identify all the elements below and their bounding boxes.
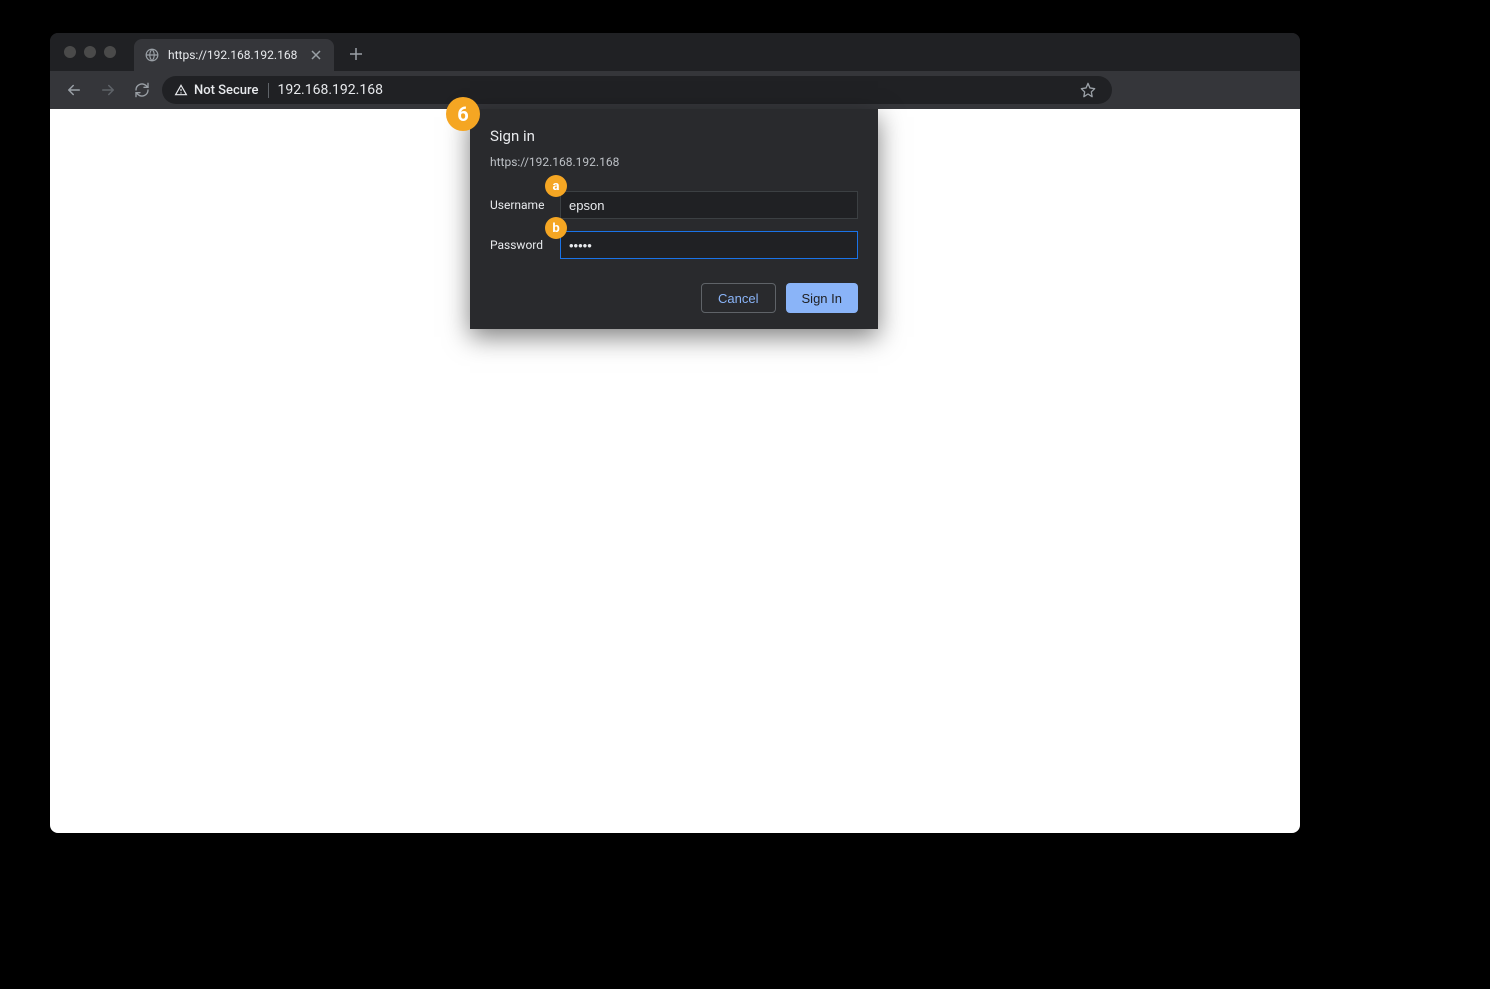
window-maximize-icon[interactable] (104, 46, 116, 58)
page-content: 6 Sign in https://192.168.192.168 a User… (50, 109, 1300, 833)
reload-button[interactable] (128, 76, 156, 104)
dialog-title: Sign in (490, 127, 858, 145)
annotation-a-text: a (553, 179, 560, 194)
back-button[interactable] (60, 76, 88, 104)
username-label: Username (490, 198, 550, 212)
security-label: Not Secure (194, 83, 258, 98)
http-auth-dialog: Sign in https://192.168.192.168 a Userna… (470, 109, 878, 329)
globe-icon (144, 47, 160, 63)
dialog-actions: Cancel Sign In (490, 283, 858, 313)
bookmark-star-icon[interactable] (1080, 82, 1100, 98)
browser-toolbar: Not Secure 192.168.192.168 (50, 71, 1300, 109)
dialog-origin: https://192.168.192.168 (490, 155, 858, 169)
window-close-icon[interactable] (64, 46, 76, 58)
annotation-badge-a: a (545, 175, 567, 197)
security-indicator[interactable]: Not Secure (174, 83, 269, 98)
forward-button[interactable] (94, 76, 122, 104)
password-row: b Password (490, 231, 858, 259)
username-row: a Username (490, 191, 858, 219)
annotation-badge-b: b (545, 217, 567, 239)
tab-title: https://192.168.192.168 (168, 48, 300, 62)
address-bar[interactable]: Not Secure 192.168.192.168 (162, 76, 1112, 104)
window-controls (64, 46, 116, 58)
annotation-badge-step: 6 (446, 97, 480, 131)
password-label: Password (490, 238, 550, 252)
url-text: 192.168.192.168 (277, 82, 1072, 98)
warning-icon (174, 83, 188, 97)
cancel-button[interactable]: Cancel (701, 283, 775, 313)
browser-tab[interactable]: https://192.168.192.168 (134, 39, 334, 71)
username-input[interactable] (560, 191, 858, 219)
tab-strip: https://192.168.192.168 (50, 33, 1300, 71)
window-minimize-icon[interactable] (84, 46, 96, 58)
browser-window: https://192.168.192.168 (50, 33, 1300, 833)
sign-in-button[interactable]: Sign In (786, 283, 858, 313)
close-icon[interactable] (308, 47, 324, 63)
password-input[interactable] (560, 231, 858, 259)
annotation-b-text: b (552, 221, 559, 236)
new-tab-button[interactable] (342, 40, 370, 68)
annotation-step-text: 6 (457, 102, 468, 126)
